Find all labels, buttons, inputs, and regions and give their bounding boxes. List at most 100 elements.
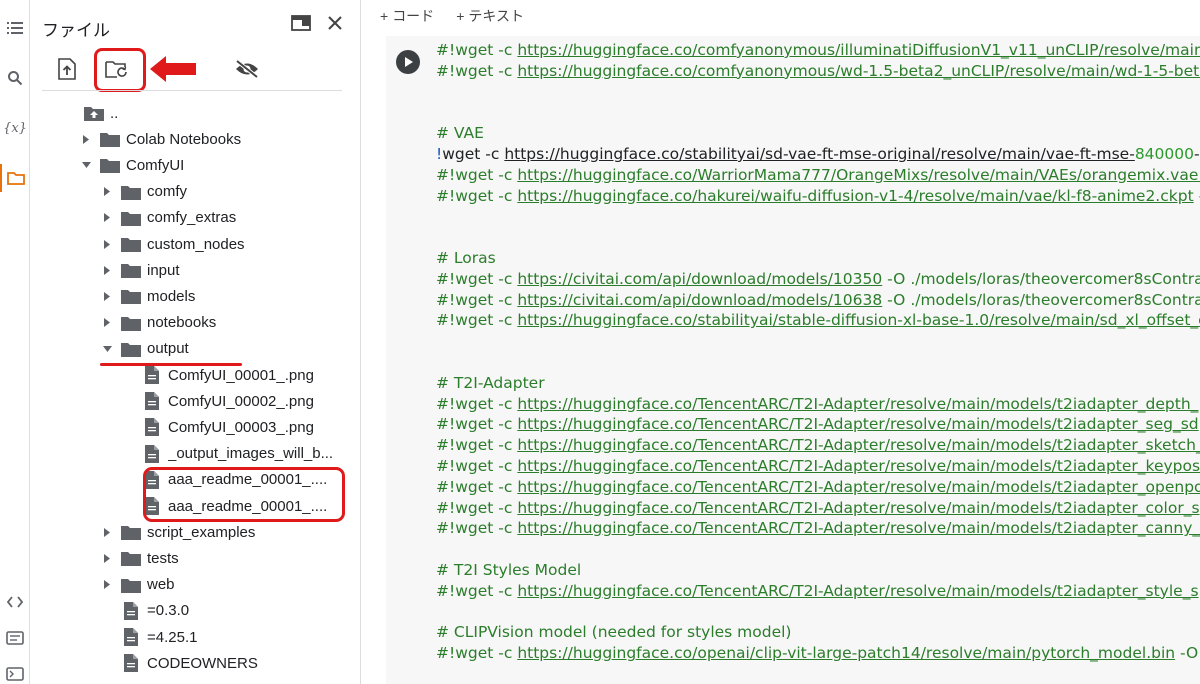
tree-item-label: custom_nodes [147, 235, 245, 253]
caret-right-icon[interactable] [101, 526, 113, 538]
tree-item-label: script_examples [147, 523, 256, 541]
tree-file-row[interactable]: =0.3.0 [30, 598, 361, 624]
caret-right-icon[interactable] [101, 290, 113, 302]
tree-item-label: =4.25.1 [147, 628, 198, 646]
folder-icon [121, 314, 141, 332]
tree-folder-row[interactable]: web [30, 572, 361, 598]
code-line: #!wget -c https://huggingface.co/Tencent… [436, 456, 1200, 477]
run-cell-button[interactable] [396, 50, 420, 74]
code-url-link[interactable]: https://huggingface.co/comfyanonymous/wd… [517, 62, 1200, 80]
menu-icon[interactable] [0, 14, 30, 42]
notebook-toolbar: + コード + テキスト [362, 0, 1200, 32]
file-icon [142, 418, 162, 437]
terminal-icon[interactable] [0, 660, 30, 684]
add-code-label: コード [392, 8, 435, 24]
variables-icon[interactable]: {x} [0, 114, 30, 142]
add-code-button[interactable]: + コード [380, 6, 434, 26]
code-url-link[interactable]: https://huggingface.co/TencentARC/T2I-Ad… [517, 519, 1200, 537]
code-cell[interactable]: #!wget -c https://huggingface.co/comfyan… [386, 36, 1200, 684]
code-url-link[interactable]: https://huggingface.co/stabilityai/stabl… [517, 311, 1200, 329]
caret-right-icon[interactable] [80, 133, 92, 145]
tree-file-row[interactable]: CODEOWNERS [30, 650, 361, 676]
tree-file-row[interactable]: _output_images_will_b... [30, 441, 361, 467]
file-icon [121, 654, 141, 673]
code-url-link[interactable]: https://huggingface.co/hakurei/waifu-dif… [517, 187, 1193, 205]
tree-folder-row[interactable]: output [30, 336, 361, 362]
tree-item-label: models [147, 287, 196, 305]
tree-file-row[interactable]: ComfyUI_00002_.png [30, 388, 361, 414]
caret-right-icon[interactable] [101, 317, 113, 329]
code-url-link[interactable]: https://huggingface.co/TencentARC/T2I-Ad… [517, 415, 1198, 433]
tree-file-row[interactable]: ComfyUI_00003_.png [30, 414, 361, 440]
caret-right-icon[interactable] [101, 212, 113, 224]
tree-folder-row[interactable]: ComfyUI [30, 152, 361, 178]
folder-icon [121, 340, 141, 358]
code-url-link[interactable]: https://civitai.com/api/download/models/… [517, 270, 882, 288]
caret-down-icon[interactable] [80, 159, 92, 171]
tree-item-label: input [147, 261, 180, 279]
caret-right-icon[interactable] [101, 264, 113, 276]
tree-item-label: Colab Notebooks [126, 130, 242, 148]
tree-folder-row[interactable]: comfy_extras [30, 205, 361, 231]
code-url-link[interactable]: https://huggingface.co/WarriorMama777/Or… [517, 166, 1200, 184]
code-url-link[interactable]: https://huggingface.co/stabilityai/sd-va… [504, 145, 1134, 163]
code-prefix: #!wget -c [436, 477, 518, 496]
code-prefix: # Loras [436, 249, 496, 267]
code-line: # CLIPVision model (needed for styles mo… [436, 622, 791, 643]
tree-folder-row[interactable]: comfy [30, 179, 361, 205]
folder-icon [121, 523, 141, 541]
tree-folder-row[interactable]: input [30, 257, 361, 283]
code-url-link[interactable]: https://huggingface.co/comfyanonymous/il… [517, 41, 1200, 59]
code-url-link[interactable]: https://huggingface.co/openai/clip-vit-l… [517, 644, 1175, 662]
code-url-link[interactable]: https://huggingface.co/TencentARC/T2I-Ad… [517, 499, 1199, 517]
terminal-list-icon[interactable] [0, 624, 30, 652]
caret-right-icon[interactable] [101, 552, 113, 564]
file-icon [121, 601, 141, 620]
caret-spacer [122, 500, 134, 512]
caret-down-icon[interactable] [101, 343, 113, 355]
file-icon [142, 444, 162, 463]
dock-window-icon[interactable] [290, 12, 312, 34]
code-prefix: #!wget -c [436, 165, 518, 184]
caret-right-icon[interactable] [101, 186, 113, 198]
tree-folder-row[interactable]: tests [30, 545, 361, 571]
code-url-link[interactable]: https://huggingface.co/TencentARC/T2I-Ad… [517, 457, 1200, 475]
code-number: 840000 [1134, 145, 1194, 163]
caret-spacer [122, 474, 134, 486]
folder-icon [121, 576, 141, 594]
tree-folder-row[interactable]: models [30, 283, 361, 309]
code-url-link[interactable]: https://huggingface.co/TencentARC/T2I-Ad… [517, 436, 1200, 454]
caret-spacer [101, 605, 113, 617]
code-icon[interactable] [0, 588, 30, 616]
code-suffix: -l [1194, 187, 1200, 205]
caret-right-icon[interactable] [101, 238, 113, 250]
code-prefix: #!wget -c [436, 498, 518, 517]
caret-right-icon[interactable] [101, 579, 113, 591]
code-url-link[interactable]: https://civitai.com/api/download/models/… [517, 291, 882, 309]
tree-item-label: web [147, 576, 175, 594]
add-text-button[interactable]: + テキスト [456, 6, 524, 26]
hide-files-button[interactable] [230, 52, 264, 86]
folder-icon[interactable] [0, 164, 30, 192]
tree-folder-row[interactable]: script_examples [30, 519, 361, 545]
code-url-link[interactable]: https://huggingface.co/TencentARC/T2I-Ad… [517, 478, 1200, 496]
tree-parent-row[interactable]: .. [30, 100, 361, 126]
tree-item-label: ComfyUI [126, 156, 185, 174]
tree-folder-row[interactable]: custom_nodes [30, 231, 361, 257]
folder-icon [121, 209, 141, 227]
search-icon[interactable] [0, 64, 30, 92]
close-icon[interactable] [324, 12, 346, 34]
tree-file-row[interactable]: =4.25.1 [30, 624, 361, 650]
code-line: #!wget -c https://huggingface.co/Tencent… [436, 498, 1200, 519]
upload-button[interactable] [50, 52, 84, 86]
code-url-link[interactable]: https://huggingface.co/TencentARC/T2I-Ad… [517, 395, 1198, 413]
caret-spacer [122, 369, 134, 381]
tree-item-label: ComfyUI_00001_.png [168, 366, 314, 384]
code-url-link[interactable]: https://huggingface.co/TencentARC/T2I-Ad… [517, 582, 1198, 600]
tree-folder-row[interactable]: notebooks [30, 310, 361, 336]
tree-folder-row[interactable]: Colab Notebooks [30, 126, 361, 152]
code-line: #!wget -c https://civitai.com/api/downlo… [436, 269, 1200, 290]
code-line: #!wget -c https://huggingface.co/Warrior… [436, 165, 1200, 186]
